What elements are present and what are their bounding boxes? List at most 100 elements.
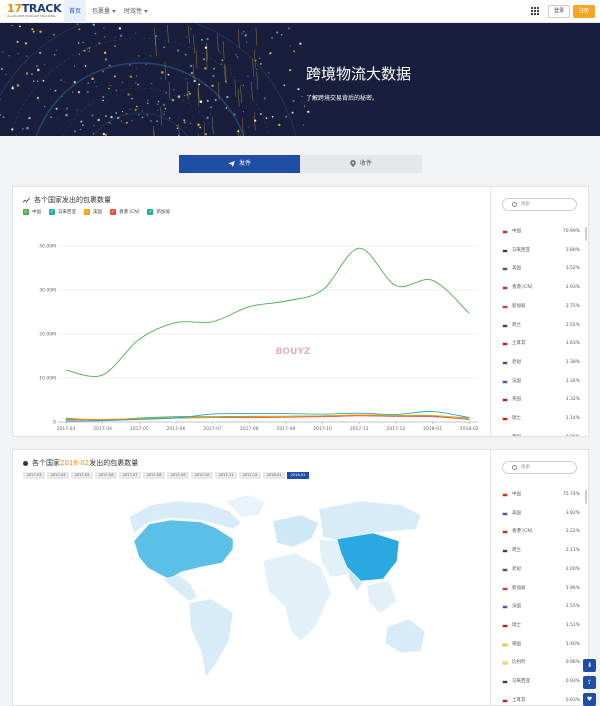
country-row[interactable]: 土耳其 0.63%	[502, 696, 580, 705]
country-row[interactable]: 香港 [CN] 2.22%	[502, 527, 580, 537]
search-input[interactable]: 搜索	[502, 461, 577, 474]
scrollbar[interactable]	[585, 490, 587, 504]
country-share: 2.55%	[565, 322, 580, 328]
flag-icon	[502, 267, 508, 272]
tab-receive[interactable]: 收件	[300, 155, 422, 173]
logo[interactable]: 17TRACK ALL-IN-ONE PACKAGE TRACKING	[7, 2, 62, 20]
x-tick-label: 2017-08	[240, 426, 259, 432]
logo-text: 17TRACK	[7, 2, 62, 15]
map-usa[interactable]	[133, 519, 234, 580]
country-share: 1.14%	[565, 416, 580, 421]
heart-icon: ♥	[586, 696, 593, 703]
country-name: 新加坡	[512, 303, 526, 309]
country-row[interactable]: 老挝 2.00%	[502, 565, 580, 575]
country-row[interactable]: 瑞士 1.14%	[502, 414, 580, 424]
tab-receive-label: 收件	[359, 160, 372, 167]
flag-icon	[502, 248, 508, 253]
search-input[interactable]: 搜索	[502, 198, 577, 211]
nav-item-home[interactable]: 首页	[64, 0, 86, 23]
map-south-america[interactable]	[188, 598, 234, 678]
search-placeholder: 搜索	[521, 465, 530, 470]
country-name: 美国	[512, 510, 521, 516]
country-row[interactable]: 德国 0.96%	[502, 433, 580, 436]
country-name: 美国	[512, 266, 521, 272]
country-row[interactable]: 美国 3.92%	[502, 509, 580, 519]
country-share: 2.22%	[565, 529, 580, 535]
country-row[interactable]: 马来西亚 3.89%	[502, 246, 580, 256]
map-central-america[interactable]	[162, 574, 198, 602]
country-share: 0.93%	[565, 679, 580, 684]
country-name: 中国	[512, 229, 521, 234]
country-row[interactable]: 英国 1.32%	[502, 395, 580, 405]
location-pin-icon	[350, 160, 356, 167]
hero-subtitle: 了解跨境交易背后的秘密。	[306, 95, 379, 102]
country-row[interactable]: 德国 1.40%	[502, 640, 580, 650]
country-share: 1.96%	[565, 585, 580, 591]
country-share: 2.00%	[565, 566, 580, 572]
caret-down-icon	[112, 10, 117, 13]
country-row[interactable]: 新加坡 2.75%	[502, 302, 580, 312]
country-share: 3.92%	[565, 510, 580, 516]
search-icon	[512, 465, 517, 470]
grid-icon[interactable]	[531, 7, 539, 15]
country-name: 新加坡	[512, 585, 526, 591]
country-share: 2.11%	[565, 548, 580, 554]
y-tick-label: 30.00M	[39, 288, 56, 294]
x-tick-label: 2017-03	[57, 426, 76, 432]
country-row[interactable]: 比利时 0.96%	[502, 658, 580, 668]
country-row[interactable]: 美国 3.52%	[502, 264, 580, 274]
country-name: 土耳其	[512, 341, 526, 347]
country-name: 德国	[512, 641, 521, 647]
tab-send[interactable]: 发件	[179, 155, 300, 173]
country-name: 马来西亚	[512, 679, 530, 684]
country-row[interactable]: 荷兰 2.55%	[502, 321, 580, 331]
map-australia[interactable]	[384, 618, 426, 654]
country-row[interactable]: 土耳其 1.63%	[502, 339, 580, 349]
flag-icon	[502, 360, 508, 365]
caret-down-icon	[144, 10, 149, 13]
country-share: 1.34%	[565, 378, 580, 384]
map-europe[interactable]	[272, 514, 320, 548]
share-button[interactable]: ⇪	[583, 676, 596, 689]
flag-icon	[502, 698, 508, 703]
country-name: 老挝	[512, 359, 521, 365]
nav-item-timeliness[interactable]: 时效性	[124, 0, 149, 23]
country-name: 德国	[512, 433, 521, 436]
flag-icon	[502, 586, 508, 591]
flag-icon	[502, 549, 508, 554]
country-row[interactable]: 老挝 1.38%	[502, 358, 580, 368]
country-row[interactable]: 法国 1.55%	[502, 602, 580, 612]
country-row[interactable]: 法国 1.34%	[502, 377, 580, 387]
country-name: 英国	[512, 397, 521, 403]
register-button[interactable]: 注册	[573, 5, 595, 18]
series-line[interactable]	[65, 247, 470, 377]
country-share: 0.63%	[565, 697, 580, 703]
flag-icon	[502, 605, 508, 610]
country-name: 比利时	[512, 660, 526, 666]
flag-icon	[502, 417, 508, 421]
login-button[interactable]: 登录	[548, 5, 570, 18]
scrollbar[interactable]	[585, 227, 587, 241]
country-row[interactable]: 瑞士 1.51%	[502, 621, 580, 631]
favorite-button[interactable]: ♥	[583, 693, 596, 706]
flag-icon	[502, 323, 508, 328]
flag-icon	[502, 680, 508, 684]
flag-icon	[502, 286, 508, 291]
country-row[interactable]: 马来西亚 0.93%	[502, 677, 580, 687]
country-row[interactable]: 中国 70.99%	[502, 227, 580, 237]
country-name: 老挝	[512, 566, 521, 572]
y-tick-label: 0	[53, 420, 56, 426]
flag-icon	[502, 642, 508, 647]
download-button[interactable]: ⬇	[583, 659, 596, 672]
country-row[interactable]: 新加坡 1.96%	[502, 584, 580, 594]
country-name: 土耳其	[512, 697, 526, 703]
country-row[interactable]: 香港 [CN] 2.93%	[502, 283, 580, 293]
map-africa[interactable]	[262, 552, 332, 642]
country-row[interactable]: 中国 75.74%	[502, 490, 580, 500]
y-tick-label: 10.00M	[39, 376, 56, 382]
nav-item-volume[interactable]: 包裹量	[92, 0, 117, 23]
direction-tabs: 发件 收件	[179, 155, 422, 173]
flag-icon	[502, 567, 508, 572]
map-southeast-asia[interactable]	[366, 580, 398, 614]
country-row[interactable]: 荷兰 2.11%	[502, 546, 580, 556]
